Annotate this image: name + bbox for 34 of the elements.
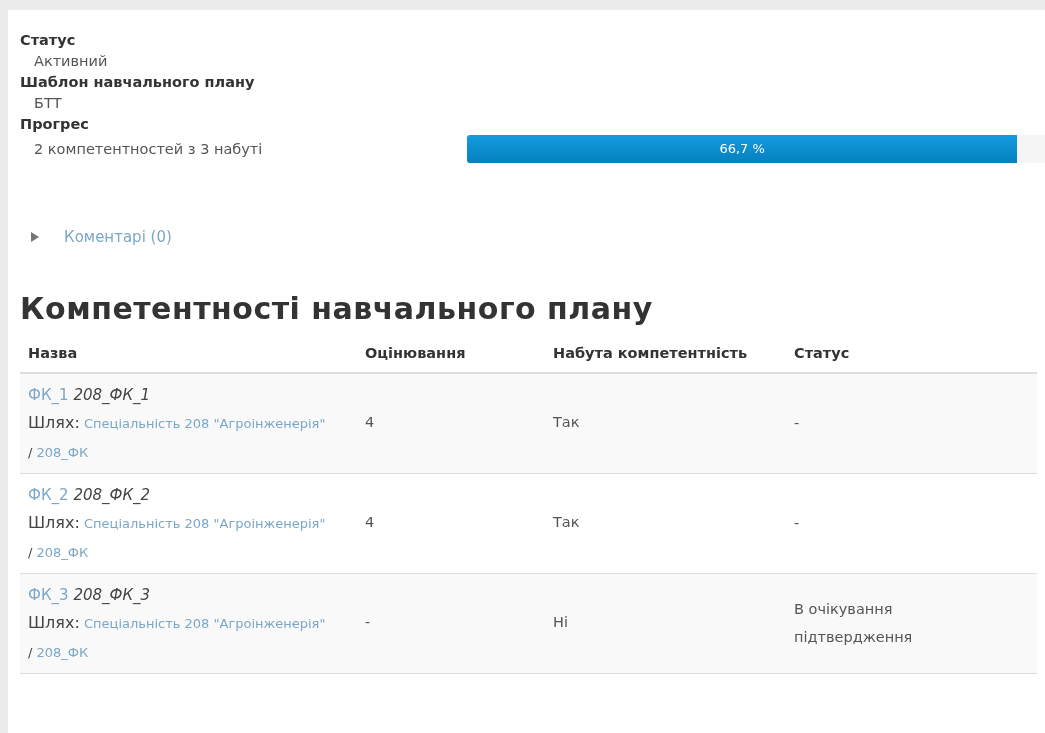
- competency-link[interactable]: ФК_3 208_ФК_3: [28, 585, 151, 604]
- column-header: Статус: [794, 344, 850, 361]
- path-link[interactable]: Спеціальність 208 "Агроінженерія": [83, 415, 326, 431]
- competency-link[interactable]: ФК_2 208_ФК_2: [28, 485, 151, 504]
- comments-link[interactable]: Коментарі (0): [64, 226, 172, 249]
- path-link[interactable]: 208_ФК: [36, 544, 89, 560]
- table-cell: Так: [553, 514, 580, 531]
- field-value: Активний: [33, 52, 108, 71]
- table-cell-text: В очікування підтвердження: [794, 600, 914, 647]
- competency-link[interactable]: ФК_1 208_ФК_1: [28, 385, 151, 404]
- field-label: Шаблон навчального плану: [20, 73, 255, 92]
- path-link[interactable]: 208_ФК: [36, 444, 89, 460]
- field-label: Прогрес: [20, 115, 89, 134]
- table-cell-text: -: [794, 414, 801, 433]
- progress-reading: 66,7 %: [719, 140, 765, 159]
- table-cell-text: -: [794, 514, 801, 533]
- column-header: Оцінювання: [365, 344, 466, 361]
- section-heading: Компетентності навчального плану: [20, 289, 653, 328]
- path-link[interactable]: 208_ФК: [36, 644, 89, 660]
- competency-path: Шлях: Спеціальність 208 "Агроінженерія" / 208_ФК: [28, 611, 327, 662]
- path-link[interactable]: Спеціальність 208 "Агроінженерія": [83, 615, 326, 631]
- column-header: Набута компетентність: [553, 343, 749, 363]
- competency-path: Шлях: Спеціальність 208 "Агроінженерія" / 208_ФК: [28, 411, 327, 462]
- table-cell: 4: [365, 514, 375, 531]
- path-link[interactable]: Спеціальність 208 "Агроінженерія": [83, 515, 326, 531]
- field-label: Статус: [20, 31, 76, 50]
- field-value: БТТ: [33, 94, 62, 113]
- column-header: Назва: [28, 344, 78, 361]
- competency-path: Шлях: Спеціальність 208 "Агроінженерія" / 208_ФК: [28, 511, 327, 562]
- progress-summary: 2 компетентностей з 3 набуті: [34, 140, 264, 159]
- table-cell: Ні: [553, 614, 568, 631]
- table-cell: -: [365, 614, 371, 631]
- table-cell: Так: [553, 414, 580, 431]
- table-cell: 4: [365, 414, 375, 431]
